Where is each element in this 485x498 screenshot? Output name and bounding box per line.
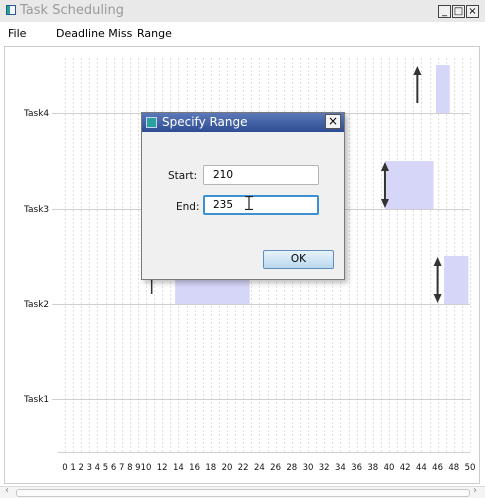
- task-label-task3: Task3: [24, 205, 50, 215]
- x-tick-label: 28: [286, 463, 298, 473]
- x-tick-label: 36: [351, 463, 362, 473]
- arrow-marker-task2: [433, 257, 442, 303]
- execution-bar-task4: [435, 65, 450, 113]
- x-tick-label: 34: [334, 463, 346, 473]
- execution-bar-task3: [384, 161, 434, 209]
- task-label-task4: Task4: [24, 109, 50, 119]
- horizontal-scrollbar[interactable]: ‹ ›: [0, 485, 485, 498]
- end-label: End:: [176, 201, 200, 213]
- x-tick-label: 26: [270, 463, 281, 473]
- start-label: Start:: [168, 170, 198, 182]
- scroll-left-icon[interactable]: ‹: [5, 485, 9, 496]
- x-tick-label: 50: [464, 463, 476, 473]
- x-tick-label: 44: [415, 463, 427, 473]
- x-tick-label: 12: [156, 463, 168, 473]
- x-tick-label: 40: [383, 463, 395, 473]
- x-tick-label: 16: [189, 463, 200, 473]
- scroll-thumb[interactable]: [16, 489, 470, 497]
- x-tick-label: 32: [318, 463, 330, 473]
- x-tick-label: 20: [221, 463, 233, 473]
- x-tick-label: 42: [399, 463, 411, 473]
- x-tick-label: 14: [172, 463, 184, 473]
- task-label-task2: Task2: [24, 300, 50, 310]
- task-label-task1: Task1: [24, 395, 50, 405]
- text-cursor-icon: [245, 196, 253, 210]
- x-tick-label: 18: [205, 463, 217, 473]
- x-tick-label: 30: [302, 463, 314, 473]
- dialog-app-icon: [146, 117, 157, 128]
- end-input[interactable]: 235: [203, 195, 319, 215]
- execution-bar-task2: [444, 256, 469, 304]
- dialog-title: Specify Range: [162, 115, 248, 129]
- x-tick-label: 46: [432, 463, 443, 473]
- dialog-title-bar: Specify Range ×: [142, 113, 344, 132]
- scroll-right-icon[interactable]: ›: [473, 485, 477, 496]
- start-input[interactable]: 210: [203, 165, 319, 185]
- dialog-close-button[interactable]: ×: [325, 114, 341, 129]
- specify-range-dialog: Specify Range × Start: 210 End: 235 OK: [141, 112, 345, 280]
- x-tick-label: 10: [140, 463, 152, 473]
- x-tick-label: 24: [253, 463, 265, 473]
- ok-button[interactable]: OK: [263, 250, 334, 269]
- arrow-marker-task4: [413, 66, 422, 103]
- x-tick-label: 22: [237, 463, 249, 473]
- x-tick-label: 48: [448, 463, 460, 473]
- x-tick-label: 38: [367, 463, 379, 473]
